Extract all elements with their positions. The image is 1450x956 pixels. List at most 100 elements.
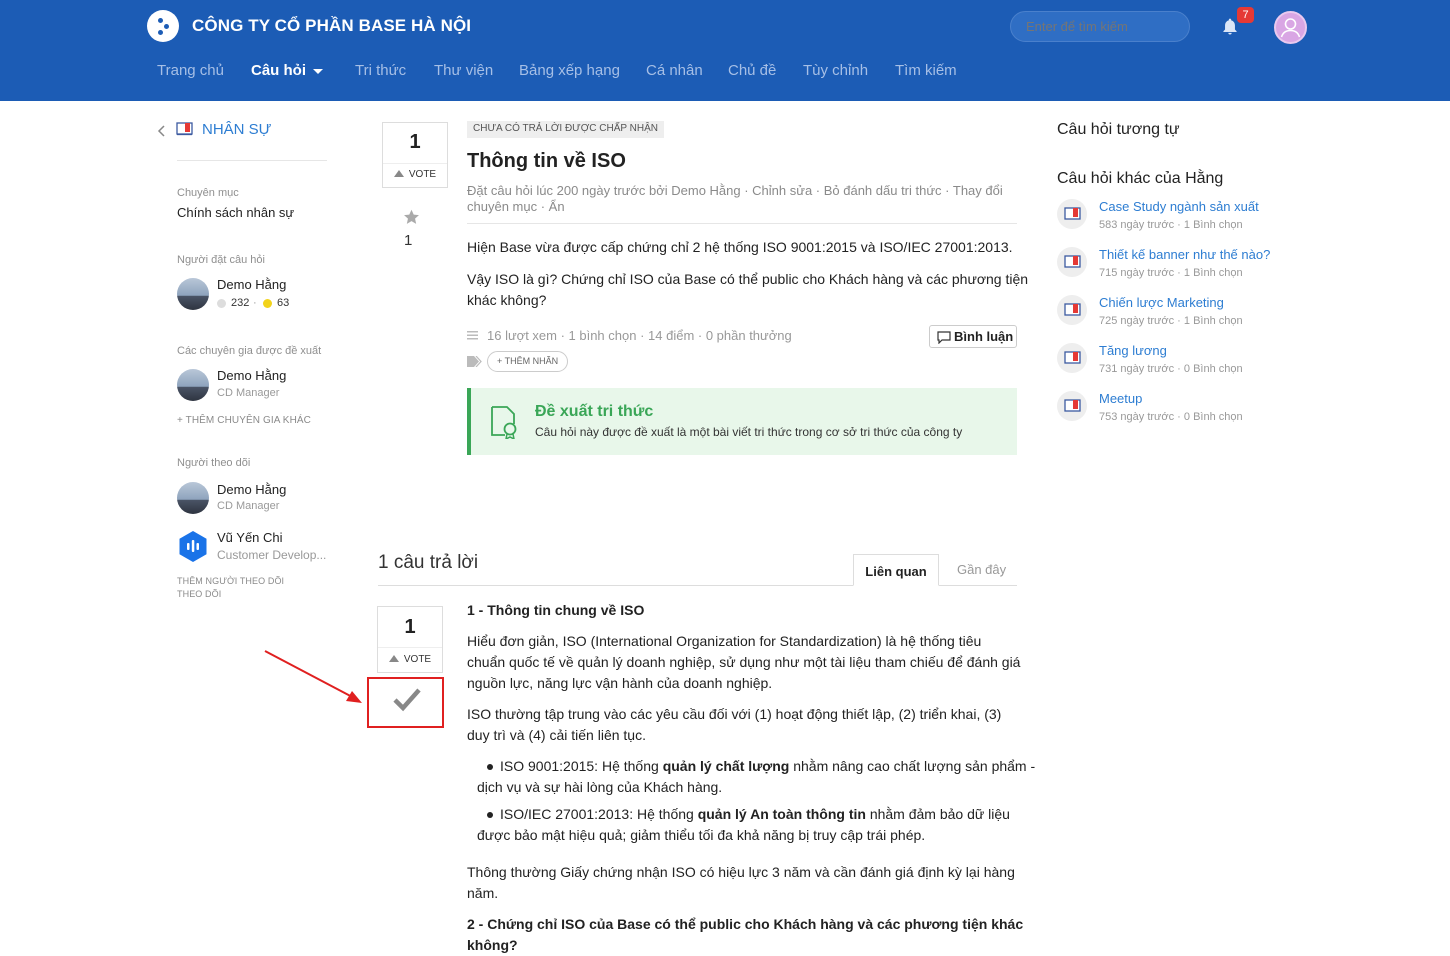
separator: · <box>253 297 257 309</box>
answer-text: nguồn lực, năng lực vận hành của doanh n… <box>467 675 773 691</box>
company-avatar-icon[interactable] <box>177 530 209 562</box>
follower-role: Customer Develop... <box>217 548 327 562</box>
back-category-link[interactable]: NHÂN SỰ <box>202 121 272 138</box>
arrow-up-icon <box>393 170 404 177</box>
vote-label: VOTE <box>403 654 432 665</box>
asker-points-gold: 63 <box>277 297 290 309</box>
book-icon <box>1057 391 1087 421</box>
nav-questions[interactable]: Câu hỏi <box>251 62 323 79</box>
similar-questions-title: Câu hỏi tương tự <box>1057 121 1180 138</box>
chevron-left-icon[interactable] <box>157 125 167 137</box>
top-header: CÔNG TY CỔ PHẦN BASE HÀ NỘI 7 Trang chủ … <box>0 0 1450 101</box>
gold-point-icon <box>263 299 272 308</box>
upvote-button[interactable]: VOTE <box>383 169 447 180</box>
question-meta-2[interactable]: chuyên mục · Ẩn <box>467 199 565 215</box>
follower-role: CD Manager <box>217 500 280 512</box>
book-icon <box>1057 199 1087 229</box>
question-body: Vậy ISO là gì? Chứng chỉ ISO của Base có… <box>467 271 1029 287</box>
asker-points-grey: 232 <box>231 297 250 309</box>
book-icon <box>1057 247 1087 277</box>
page-title: Thông tin về ISO <box>467 150 626 172</box>
nav-topics[interactable]: Chủ đề <box>728 62 776 79</box>
answer-bullet: ISO/IEC 27001:2013: Hệ thống quản lý An … <box>500 804 1010 825</box>
grey-point-icon <box>217 299 226 308</box>
suggestion-text: Câu hỏi này được đề xuất là một bài viết… <box>535 425 963 439</box>
avatar[interactable] <box>177 278 209 310</box>
answer-heading-1: 1 - Thông tin chung về ISO <box>467 602 645 618</box>
vote-count: 1 <box>409 131 421 153</box>
search-input[interactable] <box>1010 11 1190 42</box>
notification-badge[interactable]: 7 <box>1237 7 1254 23</box>
status-badge: CHƯA CÓ TRẢ LỜI ĐƯỢC CHẤP NHẬN <box>467 121 664 138</box>
nav-home[interactable]: Trang chủ <box>157 62 224 79</box>
avatar[interactable] <box>177 482 209 514</box>
question-body: Hiện Base vừa được cấp chứng chỉ 2 hệ th… <box>467 239 1013 255</box>
answer-count: 1 câu trả lời <box>378 552 479 573</box>
tab-related[interactable]: Liên quan <box>853 554 939 586</box>
question-meta[interactable]: Đặt câu hỏi lúc 200 ngày trước bởi Demo … <box>467 183 1003 199</box>
bullet-bold: quản lý chất lượng <box>662 758 790 774</box>
comment-button[interactable]: Bình luận <box>929 325 1017 348</box>
nav-leaderboard[interactable]: Bảng xếp hạng <box>519 62 620 79</box>
vote-box[interactable]: 1 VOTE <box>382 122 448 188</box>
comment-icon <box>937 331 951 344</box>
follower-name[interactable]: Demo Hằng <box>217 482 286 497</box>
company-name[interactable]: CÔNG TY CỔ PHẦN BASE HÀ NỘI <box>192 16 471 36</box>
answer-vote-box[interactable]: 1 VOTE <box>377 606 443 673</box>
answer-text: ISO thường tập trung vào các yêu cầu đối… <box>467 706 1002 722</box>
divider <box>383 163 447 164</box>
expert-role: CD Manager <box>217 387 280 399</box>
book-icon <box>1057 343 1087 373</box>
answer-text: Hiểu đơn giản, ISO (International Organi… <box>467 633 982 649</box>
follower-name[interactable]: Vũ Yến Chi <box>217 530 283 545</box>
knowledge-suggestion: Đề xuất tri thức Câu hỏi này được đề xuấ… <box>467 388 1017 455</box>
question-body: khác không? <box>467 292 547 308</box>
list-icon <box>467 331 478 340</box>
category-value[interactable]: Chính sách nhân sự <box>177 205 294 220</box>
follow-link[interactable]: THEO DÕI <box>177 589 221 599</box>
related-question-link[interactable]: Thiết kế banner như thế nào? <box>1099 247 1270 262</box>
nav-knowledge[interactable]: Tri thức <box>355 62 406 79</box>
company-logo[interactable] <box>147 10 179 42</box>
user-avatar[interactable] <box>1274 11 1307 44</box>
asker-name[interactable]: Demo Hằng <box>217 277 286 292</box>
annotation-arrow-icon <box>264 650 362 703</box>
star-icon[interactable] <box>403 209 420 225</box>
suggestion-title: Đề xuất tri thức <box>535 403 654 420</box>
avatar[interactable] <box>177 369 209 401</box>
divider <box>467 223 1017 224</box>
book-icon <box>176 122 193 136</box>
related-question-link[interactable]: Tăng lương <box>1099 343 1167 358</box>
answer-heading-2: 2 - Chứng chỉ ISO của Base có thể public… <box>467 916 1024 932</box>
related-question-link[interactable]: Chiến lược Marketing <box>1099 295 1224 310</box>
add-expert-link[interactable]: + THÊM CHUYÊN GIA KHÁC <box>177 415 311 426</box>
comment-button-label: Bình luận <box>954 329 1014 344</box>
expert-name[interactable]: Demo Hằng <box>217 368 286 383</box>
divider <box>378 647 442 648</box>
answer-bullet-cont: dịch vụ và sự hài lòng của Khách hàng. <box>477 779 723 795</box>
add-follower-link[interactable]: THÊM NGƯỜI THEO DÕI <box>177 576 284 586</box>
add-tag-button[interactable]: + THÊM NHÃN <box>487 351 569 372</box>
bullet-text: nhằm đảm bảo dữ liệu <box>865 806 1010 822</box>
related-question-link[interactable]: Case Study ngành sản xuất <box>1099 199 1259 214</box>
related-question-meta: 731 ngày trước · 0 Bình chọn <box>1099 363 1243 375</box>
checkmark-icon[interactable] <box>392 687 422 713</box>
nav-library[interactable]: Thư viện <box>434 62 493 79</box>
bullet-bold: quản lý An toàn thông tin <box>697 806 866 822</box>
experts-label: Các chuyên gia được đề xuất <box>177 345 322 357</box>
tab-recent[interactable]: Gần đây <box>957 562 1006 577</box>
nav-search[interactable]: Tìm kiếm <box>895 62 957 79</box>
book-icon <box>1057 295 1087 325</box>
nav-customize[interactable]: Tùy chỉnh <box>803 62 868 79</box>
answer-upvote-button[interactable]: VOTE <box>378 654 442 665</box>
bullet-icon <box>487 812 493 818</box>
related-question-meta: 725 ngày trước · 1 Bình chọn <box>1099 315 1243 327</box>
related-question-meta: 583 ngày trước · 1 Bình chọn <box>1099 219 1243 231</box>
answer-text: năm. <box>467 885 499 901</box>
nav-personal[interactable]: Cá nhân <box>646 62 703 79</box>
answer-bullet-cont: được bảo mật hiệu quả; giảm thiểu tối đa… <box>477 827 926 843</box>
bell-icon[interactable] <box>1221 18 1239 36</box>
bullet-text: ISO/IEC 27001:2013: Hệ thống <box>500 806 698 822</box>
related-question-link[interactable]: Meetup <box>1099 391 1142 406</box>
category-label: Chuyên mục <box>177 187 239 199</box>
